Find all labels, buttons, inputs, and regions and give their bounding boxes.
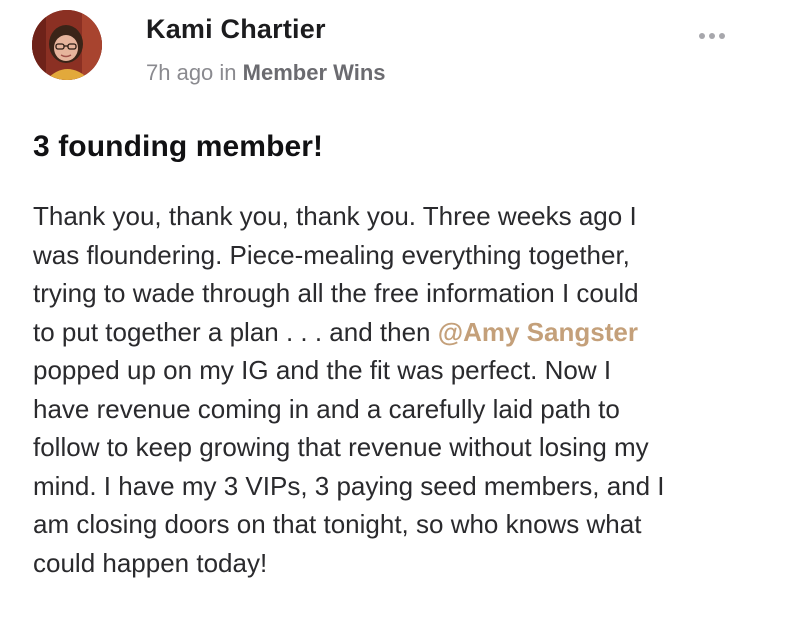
body-line: mind. I have my 3 VIPs, 3 paying seed me… xyxy=(33,470,665,501)
meta-in-word: in xyxy=(219,60,237,85)
body-line: to put together a plan . . . and then @A… xyxy=(33,313,783,352)
body-line: am closing doors on that tonight, so who… xyxy=(33,509,642,539)
more-horizontal-icon xyxy=(709,33,715,39)
avatar-image xyxy=(32,10,102,80)
author-name[interactable]: Kami Chartier xyxy=(146,14,326,45)
post-timestamp: 7h ago xyxy=(146,60,214,85)
avatar[interactable] xyxy=(32,10,102,80)
body-line: popped up on my IG and the fit was perfe… xyxy=(33,355,612,385)
body-line: have revenue coming in and a carefully l… xyxy=(33,393,620,424)
body-line: was floundering. Piece-mealing everythin… xyxy=(33,239,630,270)
more-horizontal-icon xyxy=(719,33,725,39)
more-horizontal-icon xyxy=(699,33,705,39)
more-options-button[interactable] xyxy=(692,24,732,48)
space-link[interactable]: Member Wins xyxy=(243,60,386,85)
body-line: Thank you, thank you, thank you. Three w… xyxy=(33,201,637,231)
body-line: follow to keep growing that revenue with… xyxy=(33,432,649,462)
post-body: Thank you, thank you, thank you. Three w… xyxy=(33,197,783,582)
body-text: to put together a plan . . . and then xyxy=(33,316,438,347)
body-line: could happen today! xyxy=(33,547,268,578)
post-meta: 7h ago in Member Wins xyxy=(146,60,386,86)
body-line: trying to wade through all the free info… xyxy=(33,278,639,308)
post-card: Kami Chartier 7h ago in Member Wins 3 fo… xyxy=(0,0,800,619)
post-title: 3 founding member! xyxy=(33,130,324,163)
mention-link[interactable]: @Amy Sangster xyxy=(438,317,638,347)
